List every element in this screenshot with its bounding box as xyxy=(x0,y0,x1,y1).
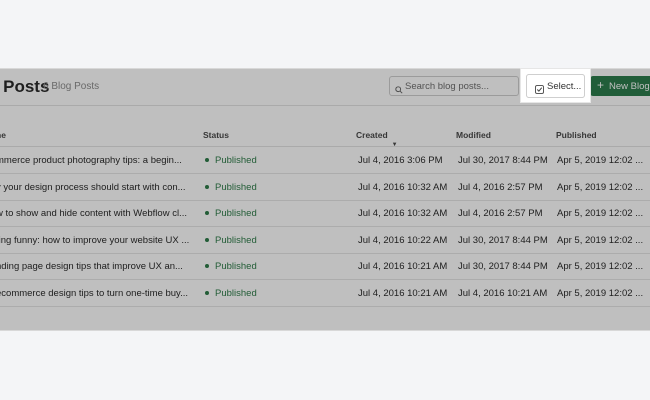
status-cell: Published xyxy=(205,261,257,272)
modified-cell: Jul 4, 2016 2:57 PM xyxy=(458,181,543,193)
created-cell: Jul 4, 2016 3:06 PM xyxy=(358,155,443,166)
plus-icon: + xyxy=(597,78,605,92)
new-blog-post-button[interactable]: + New Blog I xyxy=(590,76,650,96)
table-row[interactable]: nding page design tips that improve UX a… xyxy=(0,253,650,280)
column-created[interactable]: Created▼ xyxy=(356,130,398,148)
blog-posts-panel: g Posts 6 Blog Posts Search blog posts..… xyxy=(0,69,650,330)
checkbox-icon xyxy=(535,81,544,99)
new-button-label: New Blog I xyxy=(609,81,650,92)
status-dot-icon xyxy=(205,290,209,295)
search-input[interactable]: Search blog posts... xyxy=(389,76,519,96)
column-published[interactable]: Published xyxy=(556,130,597,140)
post-name-cell: nding page design tips that improve UX a… xyxy=(0,261,183,272)
modified-cell: Jul 30, 2017 8:44 PM xyxy=(458,234,548,246)
status-cell: Published xyxy=(205,155,257,166)
status-label: Published xyxy=(215,208,257,219)
status-dot-icon xyxy=(205,264,209,268)
post-name-cell: mmerce product photography tips: a begin… xyxy=(0,155,182,166)
table-row[interactable]: w to show and hide content with Webflow … xyxy=(0,200,650,227)
modified-cell: Jul 4, 2016 2:57 PM xyxy=(458,208,543,219)
published-cell: Apr 5, 2019 12:02 ... xyxy=(557,287,644,299)
status-cell: Published xyxy=(205,182,257,193)
column-status[interactable]: Status xyxy=(203,130,229,140)
post-name-cell: ting funny: how to improve your website … xyxy=(0,234,190,246)
published-cell: Apr 5, 2019 12:02 ... xyxy=(557,155,644,166)
table-row[interactable]: ting funny: how to improve your website … xyxy=(0,227,650,254)
search-icon xyxy=(395,81,403,99)
published-cell: Apr 5, 2019 12:02 ... xyxy=(557,181,644,193)
post-name-cell: y your design process should start with … xyxy=(0,181,186,193)
created-cell: Jul 4, 2016 10:32 AM xyxy=(358,181,448,193)
status-dot-icon xyxy=(205,211,209,215)
created-cell: Jul 4, 2016 10:32 AM xyxy=(358,208,448,219)
published-cell: Apr 5, 2019 12:02 ... xyxy=(557,261,644,272)
page-title: g Posts xyxy=(0,77,50,96)
created-cell: Jul 4, 2016 10:21 AM xyxy=(358,287,448,299)
status-cell: Published xyxy=(205,288,257,299)
post-count: 6 Blog Posts xyxy=(43,81,100,92)
select-button[interactable]: Select... xyxy=(526,74,585,98)
modified-cell: Jul 30, 2017 8:44 PM xyxy=(458,261,548,272)
post-name-cell: ecommerce design tips to turn one-time b… xyxy=(0,287,189,299)
status-label: Published xyxy=(215,287,257,299)
status-label: Published xyxy=(215,261,257,272)
status-dot-icon xyxy=(205,184,209,189)
modified-cell: Jul 30, 2017 8:44 PM xyxy=(458,155,548,166)
table-row[interactable]: mmerce product photography tips: a begin… xyxy=(0,147,650,174)
table-header: ne Status Created▼ Modified Published xyxy=(0,122,650,148)
post-name-cell: w to show and hide content with Webflow … xyxy=(0,208,187,219)
status-label: Published xyxy=(215,155,257,166)
status-dot-icon xyxy=(205,158,209,162)
status-cell: Published xyxy=(205,235,257,246)
created-cell: Jul 4, 2016 10:21 AM xyxy=(358,261,448,272)
status-label: Published xyxy=(215,234,257,246)
column-created-label: Created xyxy=(356,130,388,140)
table-row[interactable]: ecommerce design tips to turn one-time b… xyxy=(0,280,650,307)
status-dot-icon xyxy=(205,237,209,242)
status-cell: Published xyxy=(205,208,257,219)
created-cell: Jul 4, 2016 10:22 AM xyxy=(358,234,448,246)
published-cell: Apr 5, 2019 12:02 ... xyxy=(557,234,644,246)
modified-cell: Jul 4, 2016 10:21 AM xyxy=(458,287,548,299)
column-name[interactable]: ne xyxy=(0,130,6,140)
column-modified[interactable]: Modified xyxy=(456,130,491,140)
published-cell: Apr 5, 2019 12:02 ... xyxy=(557,208,644,219)
search-placeholder: Search blog posts... xyxy=(405,81,489,92)
status-label: Published xyxy=(215,181,257,193)
table-row[interactable]: y your design process should start with … xyxy=(0,174,650,201)
select-button-label: Select... xyxy=(547,81,582,92)
